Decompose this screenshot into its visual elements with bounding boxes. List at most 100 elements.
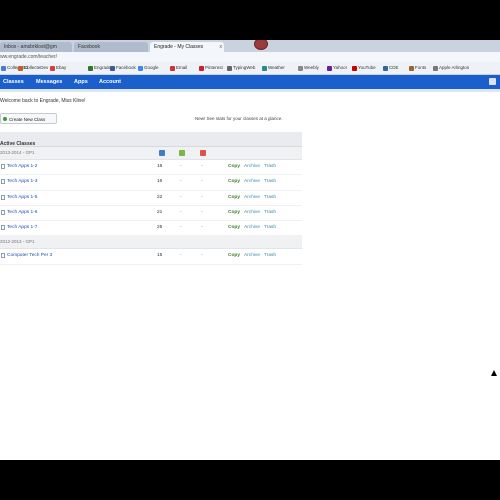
class-document-icon bbox=[1, 164, 5, 169]
trash-link[interactable]: Trash bbox=[264, 191, 276, 205]
tab-inbox[interactable]: Inbox - amsbrklost@gm bbox=[0, 42, 72, 52]
term-label: 2012-2013 - GP1 bbox=[0, 239, 35, 245]
archive-link[interactable]: Archive bbox=[244, 221, 260, 235]
bookmark-label: Email bbox=[176, 65, 188, 70]
table-row: Tech Apps 1-6 21 - - Copy Archive Trash bbox=[0, 206, 302, 222]
bookmark-item[interactable]: TypingWeb bbox=[227, 62, 255, 74]
nav-account[interactable]: Account bbox=[99, 75, 121, 89]
browser-window: Inbox - amsbrklost@gm Facebook Engrade -… bbox=[0, 40, 500, 460]
bookmark-item[interactable]: Fonts bbox=[409, 62, 426, 74]
bookmark-item[interactable]: CollecteDev bbox=[18, 62, 48, 74]
trash-link[interactable]: Trash bbox=[264, 160, 276, 174]
bookmark-favicon-icon bbox=[352, 66, 357, 71]
grade-value: - bbox=[180, 209, 182, 215]
copy-link[interactable]: Copy bbox=[228, 249, 240, 263]
class-name-link[interactable]: Tech Apps 1-5 bbox=[7, 191, 37, 205]
alert-value: - bbox=[201, 209, 203, 215]
tab-label: Inbox - amsbrklost@gm bbox=[4, 44, 57, 50]
archive-link[interactable]: Archive bbox=[244, 175, 260, 189]
copy-link[interactable]: Copy bbox=[228, 191, 240, 205]
term-header: 2012-2013 - GP1 bbox=[0, 236, 302, 250]
trash-link[interactable]: Trash bbox=[264, 221, 276, 235]
class-name-link[interactable]: Computer Tech Per 3 bbox=[7, 249, 52, 263]
bookmark-item[interactable]: Engrade bbox=[88, 62, 111, 74]
bookmark-item[interactable]: Weather bbox=[262, 62, 285, 74]
table-row: Tech Apps 1-5 22 - - Copy Archive Trash bbox=[0, 191, 302, 206]
bookmark-item[interactable]: Facebook bbox=[110, 62, 136, 74]
student-count: 18 bbox=[157, 164, 163, 169]
trash-link[interactable]: Trash bbox=[264, 175, 276, 189]
students-icon bbox=[159, 150, 165, 156]
class-document-icon bbox=[1, 253, 5, 259]
nav-classes[interactable]: Classes bbox=[3, 75, 24, 89]
archive-link[interactable]: Archive bbox=[244, 249, 260, 263]
copy-link[interactable]: Copy bbox=[228, 160, 240, 174]
tab-engrade[interactable]: Engrade - My Classes x bbox=[150, 42, 224, 52]
alert-value: - bbox=[201, 194, 203, 200]
grade-value: - bbox=[180, 179, 182, 185]
grade-value: - bbox=[180, 194, 182, 200]
trash-link[interactable]: Trash bbox=[264, 249, 276, 263]
plus-icon bbox=[3, 117, 7, 121]
copy-link[interactable]: Copy bbox=[228, 175, 240, 189]
bookmark-item[interactable]: CDE bbox=[383, 62, 399, 74]
bookmark-item[interactable]: YouTube bbox=[352, 62, 376, 74]
bookmark-favicon-icon bbox=[18, 66, 23, 71]
bookmark-item[interactable]: Pinterest bbox=[199, 62, 223, 74]
tab-facebook[interactable]: Facebook bbox=[74, 42, 148, 52]
bookmark-favicon-icon bbox=[409, 66, 414, 71]
archive-link[interactable]: Archive bbox=[244, 191, 260, 205]
bookmark-item[interactable]: Google bbox=[138, 62, 159, 74]
archive-link[interactable]: Archive bbox=[244, 160, 260, 174]
bookmark-label: CollecteDev bbox=[24, 65, 49, 70]
nav-apps[interactable]: Apps bbox=[74, 75, 88, 89]
app-nav: Classes Messages Apps Account bbox=[0, 75, 500, 89]
close-tab-icon[interactable]: x bbox=[220, 42, 223, 52]
student-count: 16 bbox=[157, 179, 163, 185]
bookmark-favicon-icon bbox=[199, 66, 204, 71]
bookmark-favicon-icon bbox=[383, 66, 388, 71]
class-name-link[interactable]: Tech Apps 1-3 bbox=[7, 175, 37, 189]
student-count: 15 bbox=[157, 253, 163, 259]
bookmark-label: Pinterest bbox=[205, 65, 223, 70]
nav-messages[interactable]: Messages bbox=[36, 75, 62, 89]
class-document-icon bbox=[1, 225, 5, 231]
bookmark-item[interactable]: Apple Arlington bbox=[433, 62, 469, 74]
term-label: 2013-2014 - GP1 bbox=[0, 150, 35, 155]
copy-link[interactable]: Copy bbox=[228, 221, 240, 235]
bookmark-label: Google bbox=[144, 65, 159, 70]
bookmark-favicon-icon bbox=[138, 66, 143, 71]
class-name-link[interactable]: Tech Apps 1-6 bbox=[7, 206, 37, 220]
bookmark-label: Facebook bbox=[116, 65, 136, 70]
bookmark-favicon-icon bbox=[110, 66, 115, 71]
tab-label: Engrade - My Classes bbox=[154, 44, 204, 50]
bookmark-item[interactable]: Ebay bbox=[50, 62, 66, 74]
record-icon bbox=[254, 40, 268, 50]
settings-icon[interactable] bbox=[489, 78, 496, 85]
alert-value: - bbox=[201, 179, 203, 185]
class-name-link[interactable]: Tech Apps 1-7 bbox=[7, 221, 37, 235]
student-count: 21 bbox=[157, 209, 163, 215]
bookmark-item[interactable]: Email bbox=[170, 62, 187, 74]
grade-value: - bbox=[180, 253, 182, 259]
bookmark-favicon-icon bbox=[170, 66, 175, 71]
bookmark-favicon-icon bbox=[227, 66, 232, 71]
grades-icon bbox=[179, 150, 185, 156]
address-bar[interactable]: ww.engrade.com/teacher/ bbox=[0, 52, 500, 62]
copy-link[interactable]: Copy bbox=[228, 206, 240, 220]
new-stats-notice[interactable]: New! See stats for your classes at a gla… bbox=[195, 116, 283, 121]
archive-link[interactable]: Archive bbox=[244, 206, 260, 220]
table-row: Tech Apps 1-7 25 - - Copy Archive Trash bbox=[0, 221, 302, 237]
bookmark-item[interactable]: Yahoo! bbox=[327, 62, 347, 74]
trash-link[interactable]: Trash bbox=[264, 206, 276, 220]
term-header: 2013-2014 - GP1 bbox=[0, 147, 302, 160]
bookmark-favicon-icon bbox=[262, 66, 267, 71]
bookmark-label: TypingWeb bbox=[233, 65, 256, 70]
create-new-class-button[interactable]: Create New Class bbox=[0, 113, 57, 124]
bookmark-label: Ebay bbox=[56, 65, 67, 70]
address-text: ww.engrade.com/teacher/ bbox=[0, 54, 57, 60]
bookmark-item[interactable]: Weebly bbox=[298, 62, 319, 74]
table-row: Tech Apps 1-2 18 - - Copy Archive Trash bbox=[0, 160, 302, 176]
welcome-message: Welcome back to Engrade, Miss Kline! bbox=[0, 98, 86, 104]
class-name-link[interactable]: Tech Apps 1-2 bbox=[7, 160, 37, 174]
